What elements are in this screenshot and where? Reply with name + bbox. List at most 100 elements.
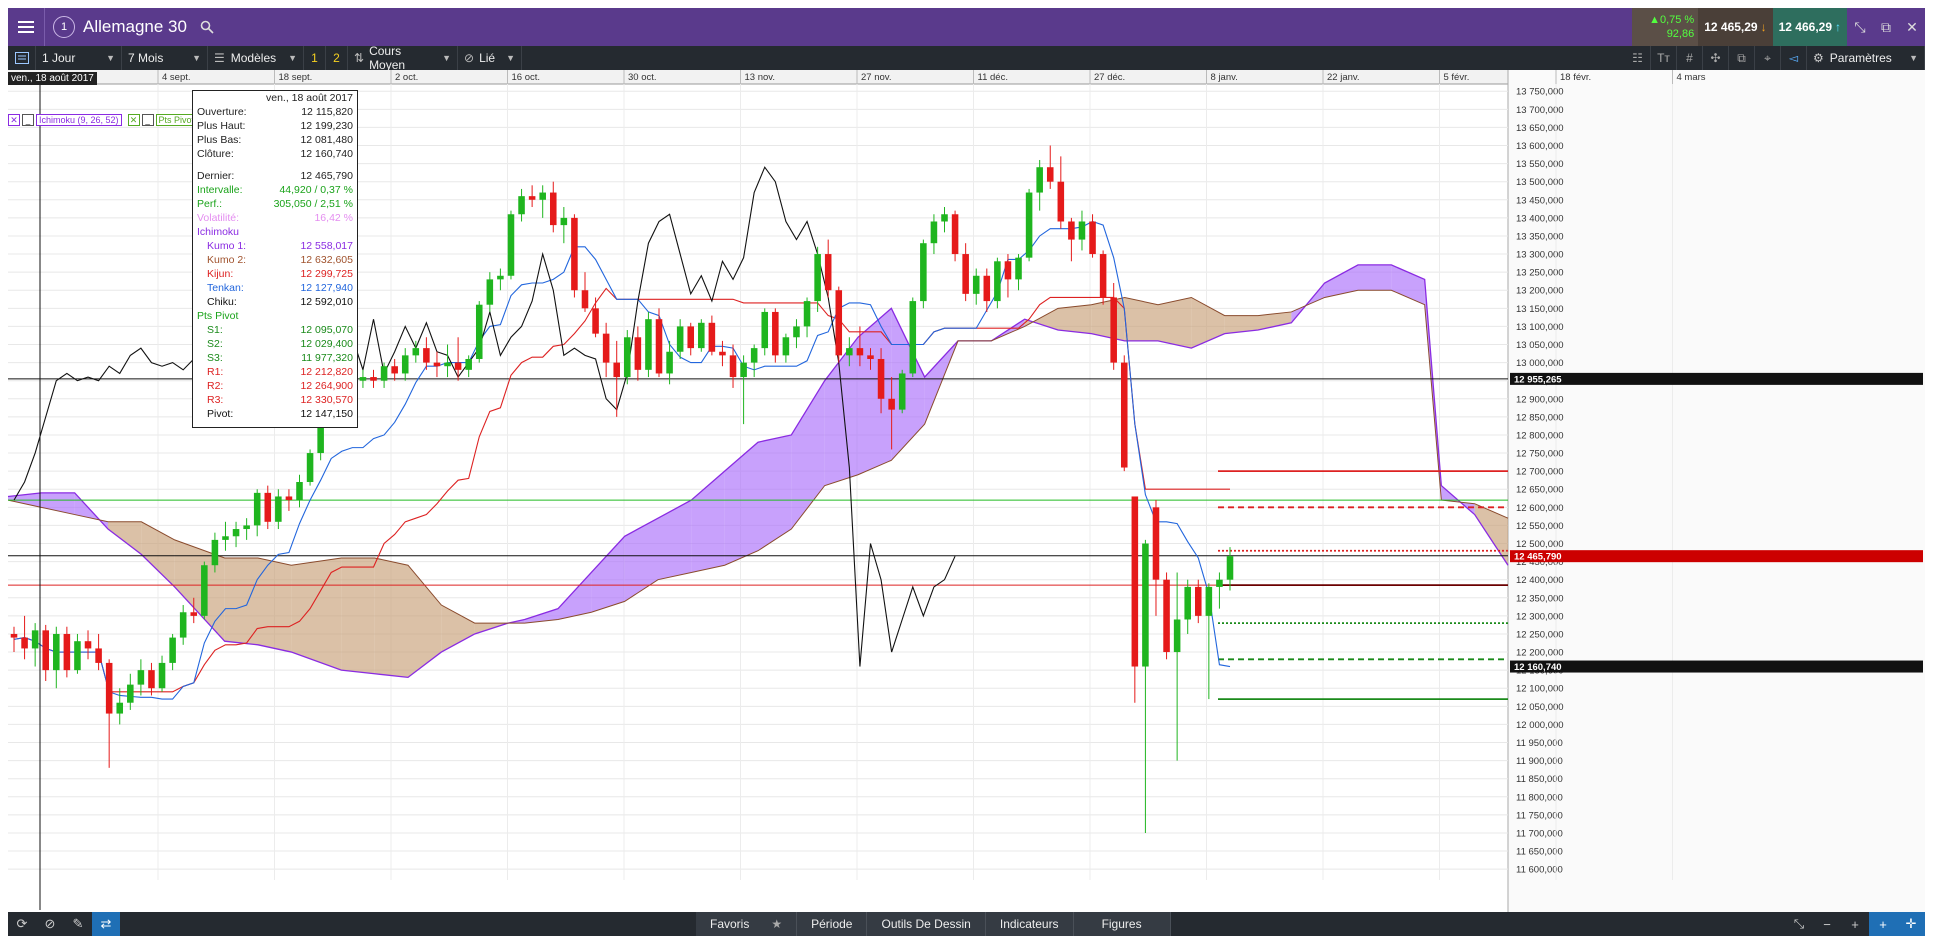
popout-icon[interactable]: ⧉ (1873, 8, 1899, 46)
indicator-ichimoku[interactable]: Ichimoku (9, 26, 52) (36, 114, 122, 126)
ichimoku-cloud-segment (341, 557, 375, 674)
refresh-icon[interactable]: ⟳ (8, 912, 36, 936)
price-tag (1510, 550, 1923, 563)
candle-body (994, 261, 1001, 302)
tab-periode[interactable]: Période (797, 912, 868, 936)
tag-icon[interactable]: ◅ (1781, 46, 1807, 70)
expand-icon[interactable]: ⤡ (1785, 912, 1813, 936)
candle-body (1036, 167, 1043, 193)
candle-body (539, 192, 546, 200)
list-icon[interactable]: ☷ (1625, 46, 1651, 70)
window-number-badge[interactable]: 1 (53, 16, 75, 38)
tab-outils[interactable]: Outils De Dessin (867, 912, 986, 936)
target-icon[interactable]: ⌖ (1755, 46, 1781, 70)
candle-body (74, 641, 81, 671)
candle-body (306, 453, 314, 482)
x-tick-label: 27 nov. (861, 72, 891, 83)
candle-body (475, 304, 483, 359)
candle-body (613, 362, 620, 378)
pencil-icon[interactable]: ✎ (64, 912, 92, 936)
candle-body (21, 637, 28, 649)
remove-pivot-icon[interactable]: ✕ (127, 114, 140, 126)
candle-body (824, 254, 832, 291)
tooltip-ichimoku-value: 12 299,725 (300, 268, 353, 280)
indicator-pivot[interactable]: Pts Pivot (155, 114, 198, 126)
change-percent: ▲0,75 % (1649, 14, 1695, 26)
minimize-pivot-icon[interactable]: _ (141, 114, 154, 126)
candle-body (1163, 579, 1170, 653)
ask-price[interactable]: 12 466,29 ↑ (1772, 8, 1847, 46)
crosshair-icon[interactable]: ✣ (1703, 46, 1729, 70)
price-tag-label: 12 465,790 (1514, 552, 1562, 563)
tooltip-pivot-row: Pivot: 12 147,150 (193, 407, 357, 421)
close-icon[interactable]: ✕ (1899, 8, 1925, 46)
tooltip-pivot-label: Pivot: (207, 408, 234, 420)
link-select[interactable]: ⊘ Lié ▼ (458, 46, 522, 70)
candle-body (698, 322, 705, 349)
candle-body (951, 214, 959, 255)
interval-label: 1 Jour (42, 51, 76, 65)
text-size-icon[interactable]: Tт (1651, 46, 1677, 70)
fit-icon[interactable]: ✛ (1897, 912, 1925, 936)
zoom-out-icon[interactable]: − (1813, 912, 1841, 936)
templates-select[interactable]: ☰ Modèles ▼ (208, 46, 304, 70)
settings-button[interactable]: ⚙ Paramètres ▼ (1807, 46, 1925, 70)
tooltip-pivot-title: Pts Pivot (197, 310, 239, 322)
zoom-in-icon[interactable]: + (1841, 912, 1869, 936)
candle-body (380, 366, 388, 381)
search-icon[interactable] (197, 17, 217, 37)
candle-body (772, 311, 779, 356)
tab-figures[interactable]: Figures (1073, 912, 1171, 936)
remove-ichimoku-icon[interactable]: ✕ (8, 114, 20, 126)
instrument-name[interactable]: Allemagne 30 (83, 17, 187, 37)
copy-icon[interactable]: ⧉ (1729, 46, 1755, 70)
candle-body (1173, 619, 1181, 653)
candle-body (867, 355, 874, 359)
tab-favoris[interactable]: Favoris ★ (696, 912, 798, 936)
layout-2-button[interactable]: 2 (326, 46, 348, 70)
tooltip-ichimoku-value: 12 127,940 (300, 282, 353, 294)
candle-body (116, 702, 124, 714)
minimize-ichimoku-icon[interactable]: _ (22, 114, 34, 126)
candle-body (275, 496, 282, 522)
interval-select[interactable]: 1 Jour ▼ (36, 46, 122, 70)
tooltip-ichimoku-label: Chiku: (207, 296, 237, 308)
candle-body (412, 348, 420, 356)
layout-icon[interactable] (8, 46, 36, 70)
ichimoku-cloud-segment (1158, 297, 1192, 349)
star-icon: ★ (771, 917, 783, 931)
tooltip-ohlc-row: Plus Bas: 12 081,480 (193, 133, 357, 147)
candle-body (655, 319, 663, 374)
candle-body (222, 536, 229, 540)
collapse-icon[interactable]: ⤡ (1847, 8, 1873, 46)
caret-down-icon: ▼ (506, 53, 515, 63)
tooltip-perf-label: Perf.: (197, 198, 223, 210)
candle-body (137, 670, 145, 685)
tooltip-pivot-label: S2: (207, 338, 223, 350)
chart-footer: ⟳ ⊘ ✎ ⇄ Favoris ★ Période Outils De Dessi… (8, 912, 1925, 936)
candle-body (898, 373, 906, 410)
cancel-icon[interactable]: ⊘ (36, 912, 64, 936)
range-select[interactable]: 7 Mois ▼ (122, 46, 208, 70)
indicator-legend: ✕ _ Ichimoku (9, 26, 52) ✕ _ Pts Pivot (8, 114, 198, 126)
candle-body (909, 301, 917, 374)
grid-icon[interactable]: # (1677, 46, 1703, 70)
price-type-select[interactable]: ⇅ Cours Moyen ▼ (348, 44, 458, 72)
bid-price[interactable]: 12 465,29 ↓ (1698, 8, 1773, 46)
crosshair-tool-icon[interactable]: + (1869, 912, 1897, 936)
candle-body (634, 337, 642, 370)
tooltip-ohlc-row: Clôture: 12 160,740 (193, 147, 357, 161)
tooltip-ohlc-row: Plus Haut: 12 199,230 (193, 119, 357, 133)
tab-indicateurs[interactable]: Indicateurs (985, 912, 1074, 936)
tooltip-ohlc-label: Ouverture: (197, 106, 247, 118)
candle-body (518, 196, 525, 215)
swap-icon[interactable]: ⇄ (92, 912, 120, 936)
tab-indicateurs-label: Indicateurs (999, 917, 1059, 931)
layout-1-button[interactable]: 1 (304, 46, 326, 70)
candle-body (782, 337, 790, 356)
ichimoku-cloud-segment (374, 557, 408, 678)
tooltip-pivot-label: S1: (207, 324, 223, 336)
candle-body (708, 322, 716, 352)
candle-body (1099, 254, 1107, 298)
menu-icon[interactable] (8, 8, 45, 46)
